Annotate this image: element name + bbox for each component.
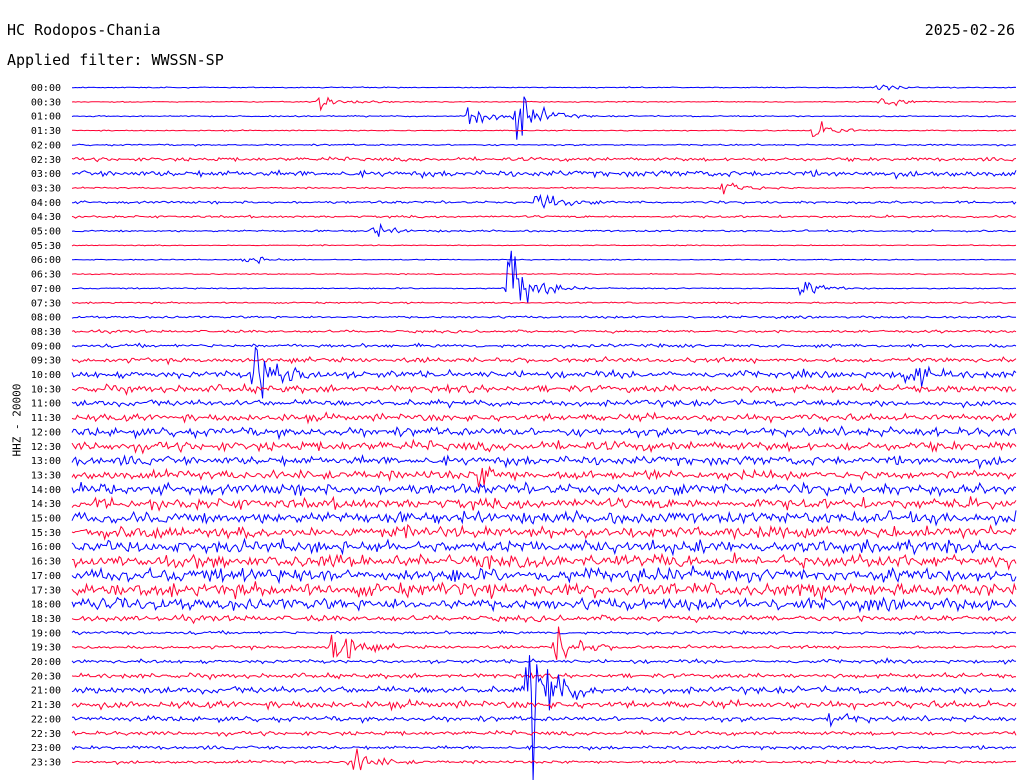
- seismogram-trace-2200: [71, 712, 1017, 728]
- row-time-label: 14:00: [31, 485, 61, 496]
- seismogram-trace-0630: [71, 272, 1017, 276]
- seismogram-trace-0600: [72, 256, 1017, 265]
- row-time-label: 07:00: [31, 284, 61, 295]
- seismogram-trace-1930: [71, 626, 1017, 660]
- row-time-label: 21:30: [31, 700, 61, 711]
- seismogram-trace-0230: [71, 155, 1017, 163]
- seismogram-trace-2130: [71, 698, 1017, 712]
- row-time-label: 15:30: [31, 528, 61, 539]
- seismogram-trace-1400: [71, 481, 1017, 498]
- seismogram-trace-2330: [71, 748, 1017, 771]
- row-time-label: 04:00: [31, 198, 61, 209]
- row-time-label: 13:00: [31, 456, 61, 467]
- seismogram-trace-1430: [71, 495, 1017, 512]
- row-time-label: 05:00: [31, 227, 61, 238]
- row-time-label: 22:30: [31, 729, 61, 740]
- seismogram-trace-0430: [71, 214, 1017, 219]
- seismogram-trace-1830: [71, 613, 1017, 625]
- row-time-label: 07:30: [31, 298, 61, 309]
- row-time-label: 18:30: [31, 614, 61, 625]
- row-time-label: 16:00: [31, 542, 61, 553]
- row-time-label: 13:30: [31, 470, 61, 481]
- seismogram-trace-2000: [71, 657, 1017, 665]
- seismogram-trace-0730: [71, 301, 1017, 305]
- seismogram-trace-1800: [71, 596, 1017, 614]
- seismogram-trace-1600: [71, 537, 1017, 557]
- row-time-label: 20:30: [31, 671, 61, 682]
- seismogram-trace-0330: [71, 182, 1017, 195]
- seismogram-trace-0700: [72, 250, 1017, 304]
- row-time-label: 23:00: [31, 743, 61, 754]
- row-time-label: 00:30: [31, 97, 61, 108]
- helicorder-plot: HC Rodopos-Chania 2025-02-26 Applied fil…: [0, 0, 1024, 780]
- row-time-label: 14:30: [31, 499, 61, 510]
- seismogram-trace-0900: [71, 342, 1017, 349]
- seismogram-trace-1230: [71, 438, 1017, 455]
- row-time-label: 08:30: [31, 327, 61, 338]
- seismogram-trace-0500: [71, 222, 1017, 237]
- seismogram-trace-0830: [71, 329, 1017, 335]
- seismogram-trace-1730: [71, 581, 1017, 600]
- seismogram-trace-1100: [71, 398, 1017, 409]
- row-time-label: 22:00: [31, 714, 61, 725]
- row-time-label: 12:30: [31, 442, 61, 453]
- row-time-label: 05:30: [31, 241, 61, 252]
- seismogram-trace-1330: [71, 465, 1017, 488]
- seismogram-trace-1130: [71, 411, 1017, 425]
- seismogram-trace-0800: [71, 315, 1016, 320]
- seismogram-trace-0930: [71, 355, 1017, 366]
- seismogram-trace-0400: [71, 193, 1017, 209]
- row-time-label: 20:00: [31, 657, 61, 668]
- seismogram-trace-1630: [71, 552, 1017, 571]
- seismogram-chart: 00:00 00:30 01:00 01:30 02:00 02:30 03:00 03:30…: [31, 83, 1017, 780]
- seismogram-trace-1030: [71, 382, 1017, 396]
- seismogram-trace-2300: [71, 744, 1017, 751]
- seismogram-trace-0530: [71, 244, 1017, 247]
- seismogram-trace-0130: [71, 121, 1017, 138]
- seismogram-trace-0100: [71, 96, 1017, 140]
- row-time-label: 18:00: [31, 600, 61, 611]
- row-time-label: 03:30: [31, 183, 61, 194]
- row-time-label: 17:30: [31, 585, 61, 596]
- row-time-label: 09:00: [31, 341, 61, 352]
- row-time-label: 19:30: [31, 643, 61, 654]
- seismogram-trace-1700: [71, 565, 1017, 585]
- row-time-label: 23:30: [31, 757, 61, 768]
- row-time-label: 04:30: [31, 212, 61, 223]
- row-time-label: 10:00: [31, 370, 61, 381]
- row-time-label: 02:30: [31, 155, 61, 166]
- row-time-label: 15:00: [31, 514, 61, 525]
- row-time-label: 11:00: [31, 399, 61, 410]
- seismogram-trace-1530: [71, 523, 1017, 541]
- seismogram-trace-0000: [72, 84, 1017, 91]
- row-time-label: 01:30: [31, 126, 61, 137]
- seismogram-trace-1900: [71, 629, 1016, 636]
- row-time-label: 21:00: [31, 686, 61, 697]
- row-time-label: 01:00: [31, 112, 61, 123]
- seismogram-trace-1200: [71, 425, 1017, 441]
- seismogram-trace-0300: [71, 168, 1017, 180]
- row-time-label: 12:00: [31, 427, 61, 438]
- seismogram-trace-1500: [71, 509, 1017, 527]
- seismogram-trace-2030: [71, 671, 1017, 681]
- row-time-label: 16:30: [31, 557, 61, 568]
- row-time-label: 08:00: [31, 313, 61, 324]
- row-time-label: 06:00: [31, 255, 61, 266]
- row-time-label: 09:30: [31, 356, 61, 367]
- seismogram-trace-0200: [71, 143, 1017, 147]
- seismogram-trace-1300: [71, 454, 1017, 470]
- row-time-label: 10:30: [31, 384, 61, 395]
- row-time-label: 11:30: [31, 413, 61, 424]
- row-time-label: 02:00: [31, 140, 61, 151]
- row-time-label: 17:00: [31, 571, 61, 582]
- row-time-label: 19:00: [31, 628, 61, 639]
- row-time-label: 06:30: [31, 270, 61, 281]
- row-time-label: 00:00: [31, 83, 61, 94]
- seismogram-trace-2230: [71, 729, 1017, 738]
- row-time-label: 03:00: [31, 169, 61, 180]
